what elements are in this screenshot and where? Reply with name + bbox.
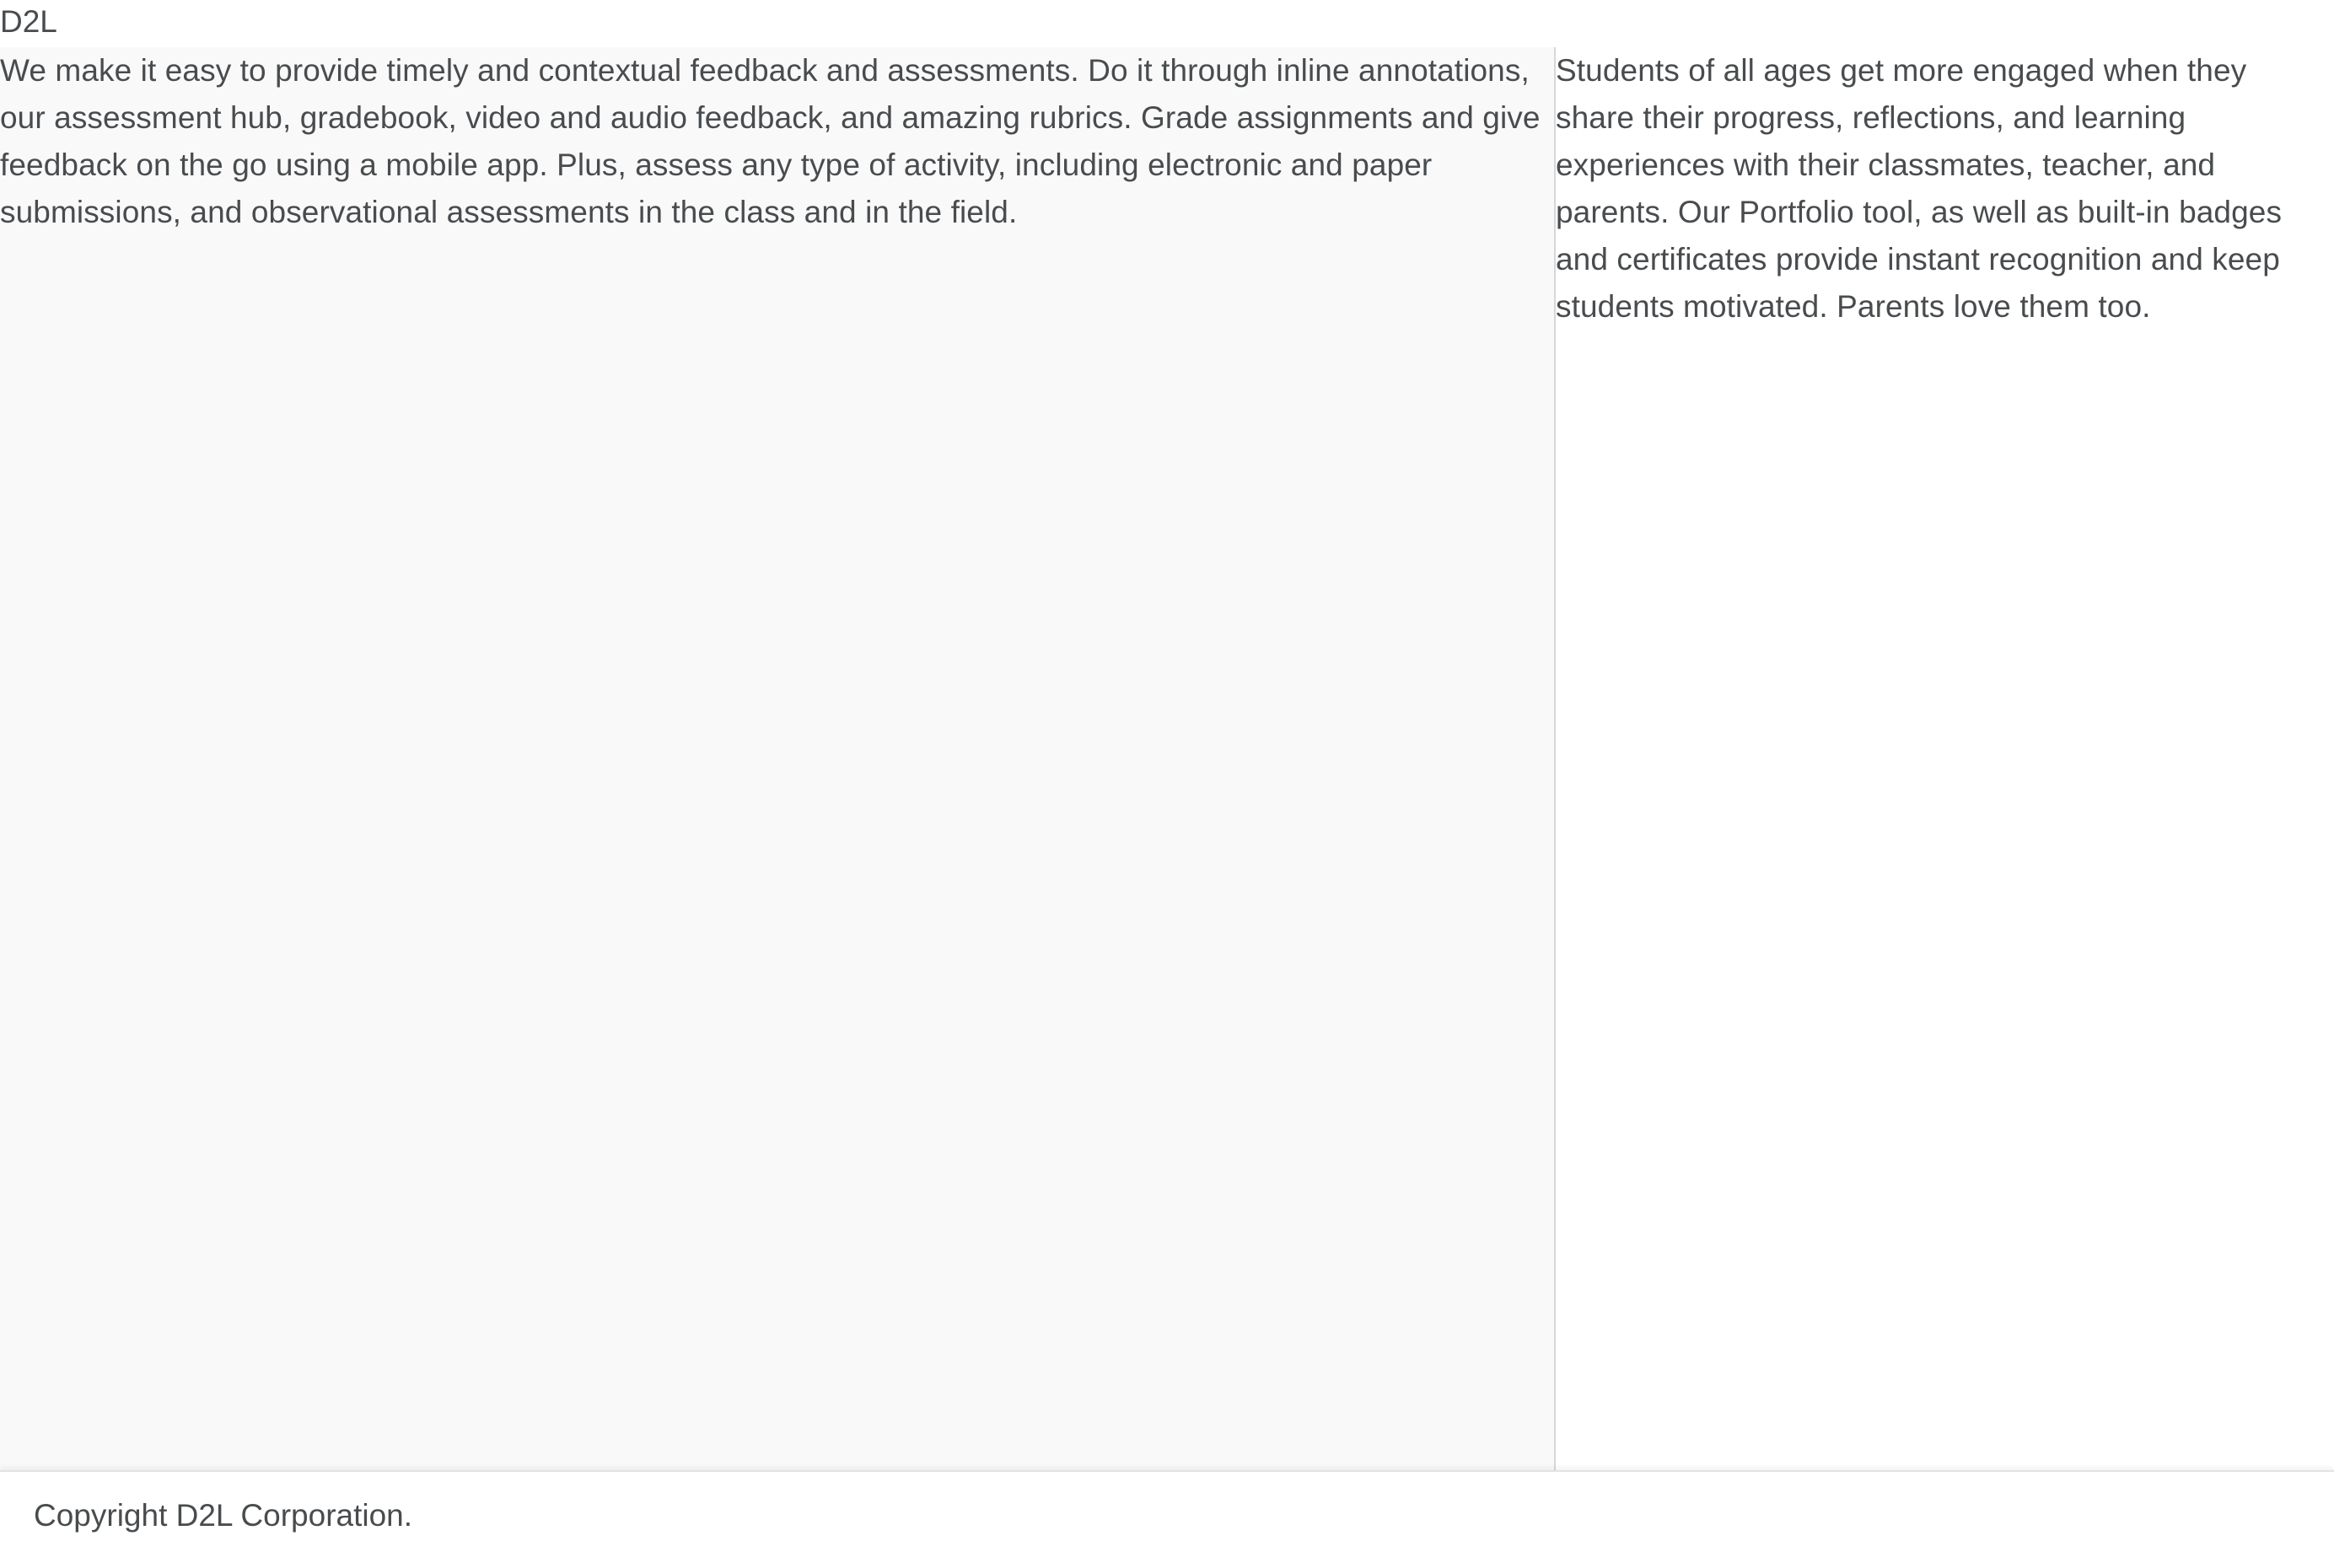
page-footer: Copyright D2L Corporation. — [0, 1470, 2334, 1568]
feedback-assessment-panel: We make it easy to provide timely and co… — [0, 47, 1556, 1470]
portfolio-description: Students of all ages get more engaged wh… — [1556, 53, 2283, 324]
portfolio-panel: Students of all ages get more engaged wh… — [1556, 47, 2334, 1470]
main-content: We make it easy to provide timely and co… — [0, 47, 2334, 1470]
feedback-assessment-description: We make it easy to provide timely and co… — [0, 53, 1541, 229]
brand-logo-text: D2L — [0, 4, 57, 39]
copyright-text: Copyright D2L Corporation. — [34, 1498, 413, 1533]
